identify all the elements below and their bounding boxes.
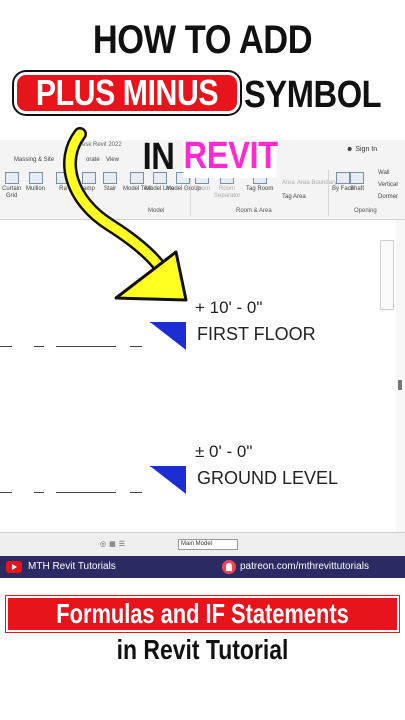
navigation-bar[interactable] [380,240,394,310]
footer-title: Formulas and IF Statements [56,598,349,629]
footer-banner: Formulas and IF Statements [6,596,399,632]
vertical-scrollbar[interactable] [396,220,405,532]
level-line-dash [0,492,12,493]
headline-line-3: IN REVIT [0,134,405,182]
footer-subtitle: in Revit Tutorial [116,634,289,665]
youtube-channel-name[interactable]: MTH Revit Tutorials [28,561,116,572]
dormer-tool[interactable]: Dormer [378,194,398,201]
level-line-dash [34,346,44,347]
level-elevation[interactable]: ± 0' - 0" [195,442,252,462]
level-line-dash [130,346,142,347]
level-line-dash [34,492,44,493]
vertical-opening-tool[interactable]: Vertical [378,182,398,189]
headline-revit-text: REVIT [183,134,278,178]
level-elevation[interactable]: + 10' - 0" [195,298,262,318]
active-model-field[interactable]: Main Model [178,539,238,550]
channel-bar: MTH Revit Tutorials patreon.com/mthrevit… [0,556,405,578]
group-label: on [92,208,99,214]
headline-pill-text: PLUS MINUS [35,72,219,113]
group-label: Room & Area [236,208,272,214]
patreon-link[interactable]: patreon.com/mthrevittutorials [240,561,369,572]
status-bar: ◎▦☰ Main Model [0,532,405,556]
status-icons[interactable]: ◎▦☰ [100,540,128,548]
group-label: Model [148,208,165,214]
headline-line-1: HOW TO ADD [92,18,313,62]
headline-highlight-pill: PLUS MINUS [14,72,240,114]
group-label: Opening [354,208,377,214]
level-line-dash [130,492,142,493]
headline-line-2: PLUS MINUS SYMBOL [0,70,405,118]
youtube-icon [6,561,22,573]
level-head-marker[interactable] [150,466,186,494]
headline-in-text: IN [142,136,175,178]
patreon-icon [222,560,236,574]
level-line-dash [56,492,116,493]
level-name[interactable]: GROUND LEVEL [197,468,338,489]
scrollbar-thumb[interactable] [398,380,402,390]
tag-area-tool[interactable]: Tag Area [282,194,306,201]
level-head-marker[interactable] [150,322,186,350]
headline-symbol-text: SYMBOL [244,74,382,116]
drawing-canvas[interactable]: + 10' - 0" FIRST FLOOR ± 0' - 0" GROUND … [0,220,405,532]
level-line-dash [0,346,12,347]
level-line-dash [56,346,116,347]
level-name[interactable]: FIRST FLOOR [197,324,316,345]
